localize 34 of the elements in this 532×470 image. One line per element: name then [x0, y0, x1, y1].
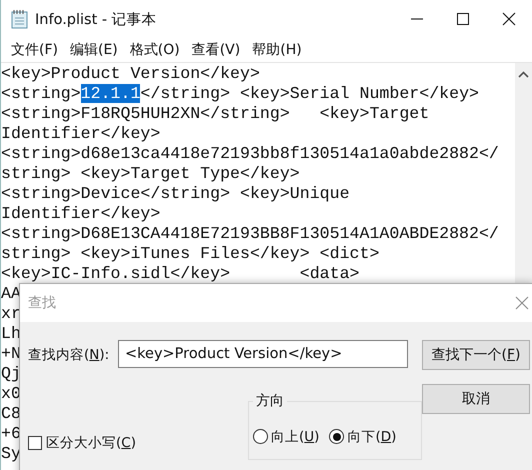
direction-radio[interactable]: 向上(U)	[253, 428, 320, 446]
maximize-icon	[456, 12, 470, 26]
text-line: Identifier</key>	[1, 204, 160, 224]
text-line: Identifier</key>	[1, 124, 160, 144]
menu-item[interactable]: 帮助(H)	[246, 41, 308, 59]
dialog-title: 查找	[28, 294, 57, 312]
direction-label: 方向	[255, 392, 285, 410]
direction-radio[interactable]: 向下(D)	[329, 428, 396, 446]
find-input-field[interactable]: <key>Product Version</key>	[118, 340, 408, 368]
text-line: <string>Device</string> <key>Unique	[1, 184, 350, 204]
match-case-checkbox[interactable]: 区分大小写(C)	[28, 434, 136, 452]
text-line: <string>F18RQ5HUH2XN</string> <key>Target	[1, 104, 430, 124]
notepad-icon	[11, 9, 29, 29]
text-line: Qj	[1, 364, 21, 384]
text-line: string> <key>iTunes Files</key> <dict>	[1, 244, 380, 264]
find-next-button[interactable]: 查找下一个(F)	[422, 340, 530, 370]
text-line: Sy	[1, 444, 21, 464]
menu-item[interactable]: 查看(V)	[186, 41, 246, 59]
text-line: <key>IC-Info.sidl</key> <data>	[1, 264, 360, 284]
find-label: 查找内容(N):	[27, 346, 110, 364]
window-title: Info.plist - 记事本	[35, 10, 158, 28]
menu-item[interactable]: 格式(O)	[124, 41, 186, 59]
text-line: xr	[1, 304, 21, 324]
menu-item[interactable]: 文件(F)	[5, 41, 64, 59]
close-icon	[502, 12, 516, 26]
close-icon[interactable]	[515, 296, 529, 310]
text-line: string> <key>Target Type</key>	[1, 164, 300, 184]
minimize-icon	[410, 18, 424, 20]
text-line: <key>Product Version</key>	[1, 64, 260, 84]
text-line: <string>D68E13CA4418E72193BB8F130514A1A0ABDE2882</	[1, 224, 499, 244]
menu-item[interactable]: 编辑(E)	[64, 41, 124, 59]
cancel-button[interactable]: 取消	[422, 384, 530, 414]
text-line: <string>12.1.1</string> <key>Serial Number</key>	[1, 84, 479, 104]
text-line: <string>d68e13ca4418e72193bb8f130514a1a0abde2882</	[1, 144, 499, 164]
